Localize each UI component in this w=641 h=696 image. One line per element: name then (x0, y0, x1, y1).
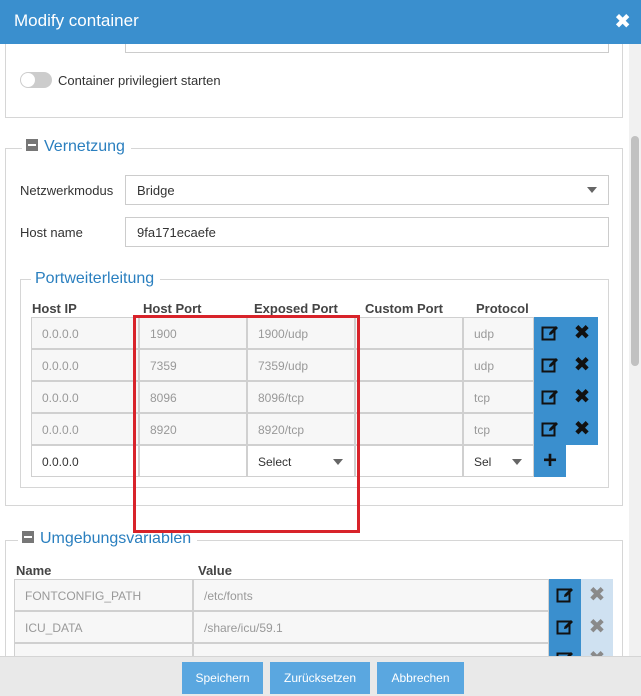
port-exposed-port[interactable]: 1900/udp (247, 317, 355, 349)
env-value[interactable]: /etc/fonts (193, 579, 549, 611)
col-exposed-port: Exposed Port (254, 301, 338, 316)
edit-icon[interactable] (534, 317, 566, 349)
edit-icon[interactable] (534, 381, 566, 413)
partially-hidden-input[interactable] (125, 44, 609, 53)
col-env-value: Value (198, 563, 232, 578)
delete-icon[interactable]: ✖ (566, 317, 598, 349)
col-protocol: Protocol (476, 301, 529, 316)
port-protocol[interactable]: udp (463, 349, 534, 381)
port-exposed-port[interactable]: 7359/udp (247, 349, 355, 381)
delete-icon[interactable]: ✖ (581, 579, 613, 611)
hostname-label: Host name (20, 225, 83, 240)
new-port-host-ip-input[interactable]: 0.0.0.0 (31, 445, 139, 477)
edit-icon[interactable] (534, 349, 566, 381)
delete-icon[interactable]: ✖ (581, 611, 613, 643)
chevron-down-icon (587, 187, 597, 193)
env-name[interactable]: ICU_DATA (14, 611, 193, 643)
dialog-content: Container privilegiert starten Vernetzun… (0, 44, 629, 656)
port-host-ip[interactable]: 0.0.0.0 (31, 413, 139, 445)
close-icon[interactable]: ✖ (614, 12, 631, 32)
save-button[interactable]: Speichern (182, 662, 263, 694)
col-env-name: Name (16, 563, 52, 578)
chevron-down-icon (512, 459, 522, 465)
port-protocol[interactable]: tcp (463, 413, 534, 445)
delete-icon[interactable]: ✖ (566, 413, 598, 445)
new-port-custom-port-input[interactable] (355, 445, 463, 477)
port-protocol[interactable]: udp (463, 317, 534, 349)
privileged-label: Container privilegiert starten (58, 73, 221, 88)
delete-icon[interactable]: ✖ (581, 643, 613, 656)
chevron-down-icon (333, 459, 343, 465)
env-name[interactable] (14, 643, 193, 656)
env-legend[interactable]: Umgebungsvariablen (18, 530, 198, 548)
network-mode-value: Bridge (137, 183, 175, 198)
edit-icon[interactable] (549, 579, 581, 611)
dialog-footer: Speichern Zurücksetzen Abbrechen (0, 656, 641, 696)
add-icon[interactable]: + (534, 445, 566, 477)
edit-icon[interactable] (549, 643, 581, 656)
port-host-ip[interactable]: 0.0.0.0 (31, 381, 139, 413)
port-protocol[interactable]: tcp (463, 381, 534, 413)
port-host-port[interactable]: 8096 (139, 381, 247, 413)
new-port-host-port-input[interactable] (139, 445, 247, 477)
collapse-icon[interactable] (22, 531, 34, 543)
delete-icon[interactable]: ✖ (566, 349, 598, 381)
new-port-protocol-select[interactable]: Sel (463, 445, 534, 477)
edit-icon[interactable] (534, 413, 566, 445)
scrollbar-thumb[interactable] (631, 136, 639, 366)
dialog-title: Modify container (14, 11, 139, 30)
col-custom-port: Custom Port (365, 301, 443, 316)
network-mode-label: Netzwerkmodus (20, 183, 114, 198)
col-host-port: Host Port (143, 301, 202, 316)
network-mode-select[interactable]: Bridge (125, 175, 609, 205)
dialog-titlebar: Modify container ✖ (0, 0, 641, 44)
port-exposed-port[interactable]: 8096/tcp (247, 381, 355, 413)
env-legend-text: Umgebungsvariablen (40, 530, 192, 547)
env-value[interactable] (193, 643, 549, 656)
port-custom-port[interactable] (355, 349, 463, 381)
exposed-port-select-value: Select (258, 455, 292, 469)
modify-container-dialog: Modify container ✖ Container privilegier… (0, 0, 641, 696)
cancel-button[interactable]: Abbrechen (377, 662, 464, 694)
port-custom-port[interactable] (355, 381, 463, 413)
env-value[interactable]: /share/icu/59.1 (193, 611, 549, 643)
port-forwarding-legend-text: Portweiterleitung (35, 270, 155, 287)
hostname-field[interactable]: 9fa171ecaefe (125, 217, 609, 247)
scrollbar[interactable] (629, 44, 641, 656)
port-host-port[interactable]: 8920 (139, 413, 247, 445)
network-legend[interactable]: Vernetzung (22, 138, 131, 156)
port-host-port[interactable]: 1900 (139, 317, 247, 349)
port-custom-port[interactable] (355, 317, 463, 349)
delete-icon[interactable]: ✖ (566, 381, 598, 413)
network-legend-text: Vernetzung (44, 138, 125, 155)
port-custom-port[interactable] (355, 413, 463, 445)
edit-icon[interactable] (549, 611, 581, 643)
collapse-icon[interactable] (26, 139, 38, 151)
env-name[interactable]: FONTCONFIG_PATH (14, 579, 193, 611)
port-forwarding-legend: Portweiterleitung (31, 270, 161, 288)
port-host-ip[interactable]: 0.0.0.0 (31, 349, 139, 381)
port-host-port[interactable]: 7359 (139, 349, 247, 381)
port-host-ip[interactable]: 0.0.0.0 (31, 317, 139, 349)
port-exposed-port[interactable]: 8920/tcp (247, 413, 355, 445)
hostname-value: 9fa171ecaefe (137, 225, 216, 240)
protocol-select-value: Sel (474, 455, 492, 469)
col-host-ip: Host IP (32, 301, 77, 316)
reset-button[interactable]: Zurücksetzen (270, 662, 370, 694)
privileged-toggle[interactable] (20, 72, 52, 88)
